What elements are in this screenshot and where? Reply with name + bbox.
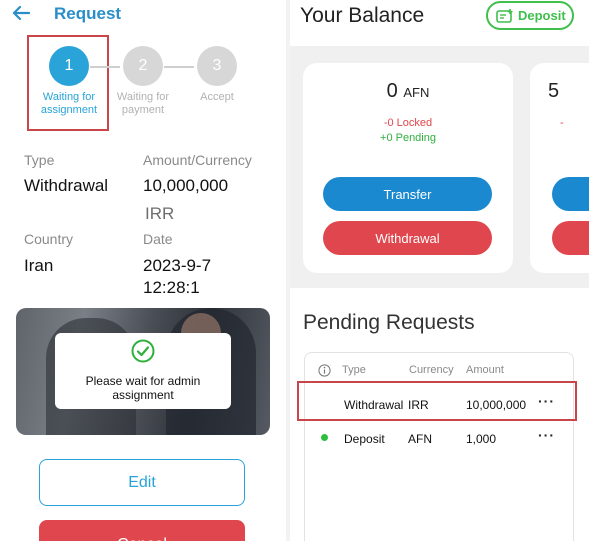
- country-label: Country: [24, 231, 74, 247]
- next-card-amount: 5: [548, 80, 560, 102]
- row-2-amount: 1,000: [466, 432, 497, 446]
- step-3-circle: 3: [197, 46, 237, 86]
- step-3-label: Accept: [200, 91, 234, 103]
- balance-card-next[interactable]: 5 -: [530, 63, 589, 273]
- balance-title: Your Balance: [300, 4, 425, 27]
- request-panel: Request 1 2 3 Waiting for assignment Wai…: [0, 0, 286, 541]
- locked-amount: -0 Locked: [383, 117, 433, 129]
- currency-value: IRR: [145, 204, 175, 223]
- balance-currency: AFN: [403, 85, 430, 100]
- type-label: Type: [24, 152, 55, 168]
- step-2-circle: 2: [123, 46, 163, 86]
- wait-message-text: Please wait for admin assignment: [85, 374, 201, 402]
- status-dot-icon: [321, 434, 328, 441]
- column-header-amount: Amount: [466, 364, 504, 376]
- edit-button[interactable]: Edit: [39, 459, 245, 506]
- amount-label: Amount/Currency: [143, 152, 252, 168]
- wallet-plus-icon: [496, 8, 513, 23]
- deposit-label: Deposit: [518, 8, 566, 23]
- page-title: Request: [54, 4, 122, 23]
- column-header-currency: Currency: [409, 364, 454, 376]
- more-dots-icon[interactable]: ···: [538, 427, 555, 443]
- balance-value: 0: [386, 80, 398, 102]
- balance-panel: Your Balance Deposit 0 AFN -0 Locked +0 …: [290, 0, 589, 541]
- next-card-locked: -: [560, 117, 564, 129]
- withdrawal-button[interactable]: Withdrawal: [323, 221, 492, 255]
- row-1-amount: 10,000,000: [466, 398, 527, 412]
- type-value: Withdrawal: [24, 176, 109, 195]
- date-value: 2023-9-7: [143, 256, 212, 275]
- country-value: Iran: [24, 256, 54, 275]
- row-1-currency: IRR: [408, 398, 429, 412]
- date-label: Date: [143, 231, 173, 247]
- amount-value: 10,000,000: [143, 176, 229, 195]
- balance-card-afn: 0 AFN -0 Locked +0 Pending Transfer With…: [303, 63, 513, 273]
- info-icon: [318, 364, 331, 377]
- cancel-button[interactable]: Cancel: [39, 520, 245, 541]
- pending-amount: +0 Pending: [380, 132, 436, 144]
- step-connector: [90, 66, 120, 68]
- highlighted-row-outline: [297, 381, 577, 421]
- balance-amount: 0 AFN: [303, 80, 513, 103]
- column-header-type: Type: [342, 364, 366, 376]
- next-card-transfer-button[interactable]: [552, 177, 589, 211]
- transfer-button[interactable]: Transfer: [323, 177, 492, 211]
- time-value: 12:28:1: [143, 278, 200, 297]
- step-connector: [164, 66, 194, 68]
- wait-message-box: Please wait for admin assignment: [55, 333, 231, 409]
- next-card-withdrawal-button[interactable]: [552, 221, 589, 255]
- step-1-circle: 1: [49, 46, 89, 86]
- step-2-label: Waiting for payment: [116, 91, 170, 116]
- back-arrow-icon[interactable]: [10, 2, 32, 24]
- check-circle-icon: [131, 339, 155, 363]
- row-2-currency: AFN: [408, 432, 432, 446]
- step-1-label: Waiting for assignment: [40, 91, 98, 116]
- more-dots-icon[interactable]: ···: [538, 393, 555, 409]
- row-2-type: Deposit: [344, 432, 385, 446]
- row-1-type: Withdrawal: [344, 398, 404, 412]
- pending-requests-title: Pending Requests: [303, 311, 475, 334]
- deposit-button[interactable]: Deposit: [486, 1, 574, 30]
